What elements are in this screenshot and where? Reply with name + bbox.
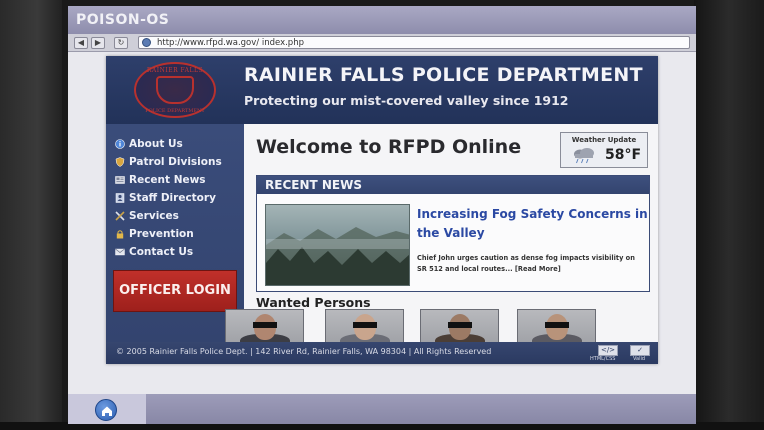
news-headline-link[interactable]: Increasing Fog Safety Concerns in the Va… (417, 205, 649, 243)
sidebar-item-contact-us[interactable]: Contact Us (114, 244, 240, 260)
os-titlebar: POISON-OS (68, 6, 696, 34)
recent-news-box: RECENT NEWS Increasing Fog Safety Concer… (256, 175, 650, 292)
weather-widget: Weather Update 58°F (560, 132, 648, 168)
main-content: Welcome to RFPD Online Weather Update 58… (225, 124, 658, 343)
wanted-person-4[interactable] (517, 309, 596, 343)
start-area (68, 394, 146, 424)
forward-arrow-icon[interactable]: ▶ (91, 37, 105, 49)
badge-shield (156, 76, 194, 104)
police-badge-logo: RAINIER FALLS POLICE DEPARTMENT (134, 62, 216, 118)
rain-cloud-icon (571, 147, 597, 165)
site-header: RAINIER FALLS POLICE DEPARTMENT RAINIER … (106, 56, 658, 124)
newspaper-icon (114, 175, 125, 186)
tools-icon (114, 211, 125, 222)
sidebar-item-label: Recent News (129, 174, 206, 186)
monitor-screen: POISON-OS ◀ ▶ ↻ http://www.rfpd.wa.gov/ … (68, 6, 696, 424)
checkmark-icon[interactable]: ✓ (630, 345, 650, 356)
home-icon[interactable] (95, 399, 117, 421)
sidebar-item-about-us[interactable]: About Us (114, 136, 240, 152)
sidebar-item-label: Staff Directory (129, 192, 216, 204)
weather-label: Weather Update (571, 136, 637, 144)
censor-bar (545, 322, 569, 328)
url-field[interactable]: http://www.rfpd.wa.gov/ index.php (138, 36, 690, 49)
censor-bar (448, 322, 472, 328)
sidebar-item-patrol-divisions[interactable]: Patrol Divisions (114, 154, 240, 170)
recent-news-header: RECENT NEWS (257, 176, 649, 194)
wanted-person-3[interactable] (420, 309, 499, 343)
os-title: POISON-OS (76, 12, 170, 28)
site-footer: © 2005 Rainier Falls Police Dept. | 142 … (106, 342, 658, 364)
url-text: http://www.rfpd.wa.gov/ index.php (157, 38, 304, 48)
sidebar-item-label: Prevention (129, 228, 194, 240)
sidebar-item-prevention[interactable]: Prevention (114, 226, 240, 242)
back-arrow-icon[interactable]: ◀ (74, 37, 88, 49)
valid-label: Valid (633, 356, 646, 362)
shield-icon (114, 157, 125, 168)
badge-bottom-text: POLICE DEPARTMENT (145, 108, 205, 114)
html-css-label: HTML/CSS (590, 356, 616, 362)
sidebar-nav: About Us Patrol Divisions Recent News St… (106, 124, 244, 342)
foggy-forest-image (265, 204, 410, 286)
officer-login-button[interactable]: OFFICER LOGIN (113, 270, 237, 312)
sidebar-item-staff-directory[interactable]: Staff Directory (114, 190, 240, 206)
wanted-person-2[interactable] (325, 309, 404, 343)
browser-viewport: RAINIER FALLS POLICE DEPARTMENT RAINIER … (68, 52, 696, 394)
weather-temperature: 58°F (605, 147, 642, 163)
site-title: RAINIER FALLS POLICE DEPARTMENT (244, 64, 643, 86)
welcome-heading: Welcome to RFPD Online (256, 136, 522, 158)
globe-icon (142, 38, 151, 47)
os-taskbar (68, 394, 696, 424)
footer-text: © 2005 Rainier Falls Police Dept. | 142 … (116, 347, 492, 356)
sidebar-item-label: Patrol Divisions (129, 156, 222, 168)
directory-icon (114, 193, 125, 204)
badge-top-text: RAINIER FALLS (146, 67, 204, 74)
refresh-icon[interactable]: ↻ (114, 37, 128, 49)
sidebar-item-label: About Us (129, 138, 183, 150)
censor-bar (353, 322, 377, 328)
web-page: RAINIER FALLS POLICE DEPARTMENT RAINIER … (106, 56, 658, 364)
sidebar-item-label: Services (129, 210, 179, 222)
background-right (694, 0, 764, 430)
news-snippet: Chief John urges caution as dense fog im… (417, 254, 635, 273)
info-icon (114, 139, 125, 150)
censor-bar (253, 322, 277, 328)
mail-icon (114, 247, 125, 258)
sidebar-item-services[interactable]: Services (114, 208, 240, 224)
sidebar-item-recent-news[interactable]: Recent News (114, 172, 240, 188)
background-left (0, 0, 62, 430)
code-icon[interactable]: </> (598, 345, 618, 356)
wanted-persons-heading: Wanted Persons (256, 295, 371, 310)
wanted-person-1[interactable] (225, 309, 304, 343)
sidebar-item-label: Contact Us (129, 246, 194, 258)
site-tagline: Protecting our mist-covered valley since… (244, 93, 569, 108)
lock-icon (114, 229, 125, 240)
browser-toolbar: ◀ ▶ ↻ http://www.rfpd.wa.gov/ index.php (68, 34, 696, 52)
